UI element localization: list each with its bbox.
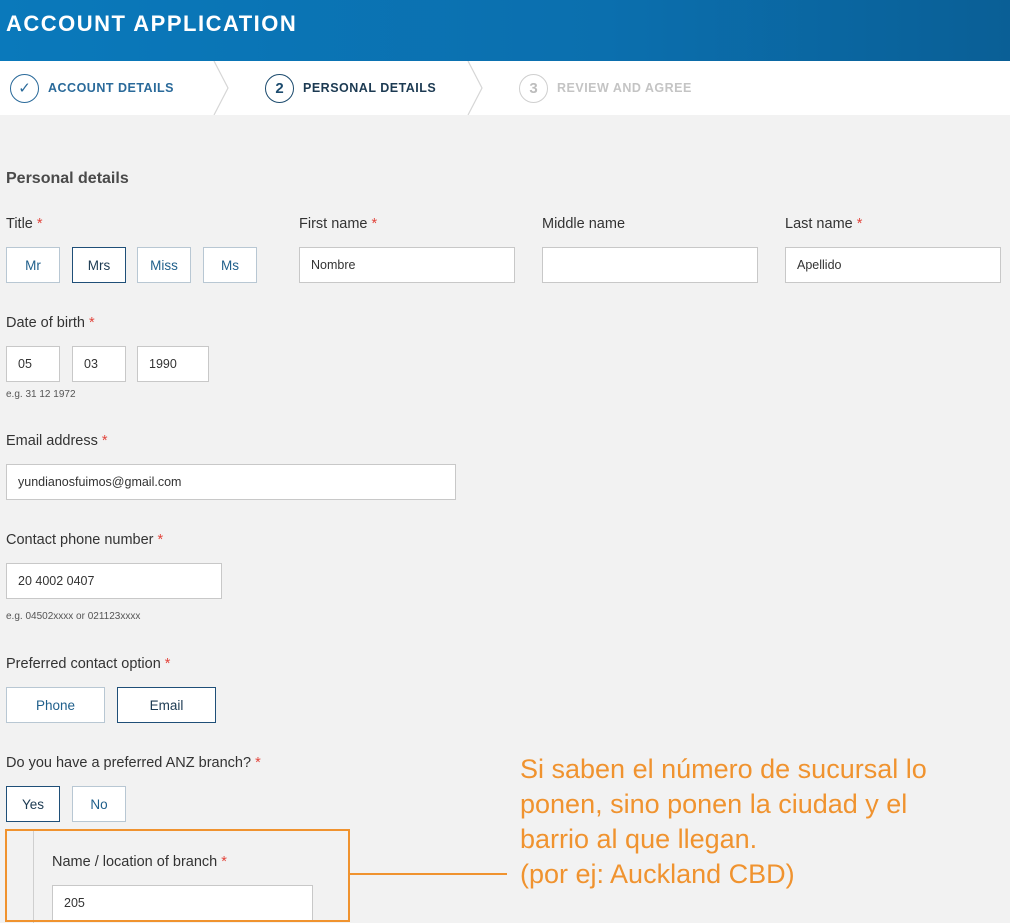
email-input[interactable]: yundianosfuimos@gmail.com [6,464,456,500]
chevron-right-icon [467,61,483,115]
page-title: ACCOUNT APPLICATION [6,11,298,36]
annotation-connector-line [350,873,507,875]
required-mark: * [856,216,863,232]
title-option-mr[interactable]: Mr [6,247,60,283]
app-header: ACCOUNT APPLICATION [0,0,1010,61]
middle-name-label: Middle name [542,216,626,232]
title-option-mrs[interactable]: Mrs [72,247,126,283]
step-label: ACCOUNT DETAILS [48,81,175,95]
annotation-line: ponen, sino ponen la ciudad y el [520,789,908,819]
title-option-ms[interactable]: Ms [203,247,257,283]
email-label: Email address * [6,433,108,449]
step-personal-details: 2 PERSONAL DETAILS [265,61,436,115]
step-account-details[interactable]: ✓ ACCOUNT DETAILS [10,61,174,115]
required-mark: * [371,216,378,232]
required-mark: * [164,656,171,672]
contact-option-email[interactable]: Email [117,687,216,723]
contact-option-phone[interactable]: Phone [6,687,105,723]
dob-hint: e.g. 31 12 1972 [6,389,76,400]
title-label: Title * [6,216,43,232]
dob-year-input[interactable]: 1990 [137,346,209,382]
branch-pref-no[interactable]: No [72,786,126,822]
section-title: Personal details [6,170,129,187]
required-mark: * [89,315,95,331]
last-name-input[interactable]: Apellido [785,247,1001,283]
step-number: 3 [519,73,548,103]
chevron-right-icon [213,61,229,115]
dob-label: Date of birth * [6,315,95,331]
branch-pref-yes[interactable]: Yes [6,786,60,822]
phone-label: Contact phone number * [6,532,164,548]
annotation-text: Si saben el número de sucursal lo ponen,… [520,752,1000,892]
last-name-label: Last name * [785,216,863,232]
first-name-input[interactable]: Nombre [299,247,515,283]
phone-input[interactable]: 20 4002 0407 [6,563,222,599]
first-name-label: First name * [299,216,378,232]
step-review-and-agree: 3 REVIEW AND AGREE [519,61,692,115]
middle-name-input[interactable] [542,247,758,283]
contact-option-label: Preferred contact option * [6,656,171,672]
required-mark: * [157,532,164,548]
branch-pref-label: Do you have a preferred ANZ branch? * [6,755,261,771]
step-label: PERSONAL DETAILS [303,81,437,95]
step-label: REVIEW AND AGREE [557,81,692,95]
progress-steps: ✓ ACCOUNT DETAILS 2 PERSONAL DETAILS 3 R… [0,61,1010,115]
phone-hint: e.g. 04502xxxx or 021123xxxx [6,611,141,622]
dob-month-input[interactable]: 03 [72,346,126,382]
annotation-highlight-box [5,829,350,922]
required-mark: * [255,755,261,771]
required-mark: * [36,216,43,232]
annotation-line: (por ej: Auckland CBD) [520,859,795,889]
annotation-line: barrio al que llegan. [520,824,758,854]
checkmark-icon: ✓ [10,73,39,103]
title-option-miss[interactable]: Miss [137,247,191,283]
required-mark: * [101,433,108,449]
step-number: 2 [265,73,294,103]
dob-day-input[interactable]: 05 [6,346,60,382]
annotation-line: Si saben el número de sucursal lo [520,754,927,784]
